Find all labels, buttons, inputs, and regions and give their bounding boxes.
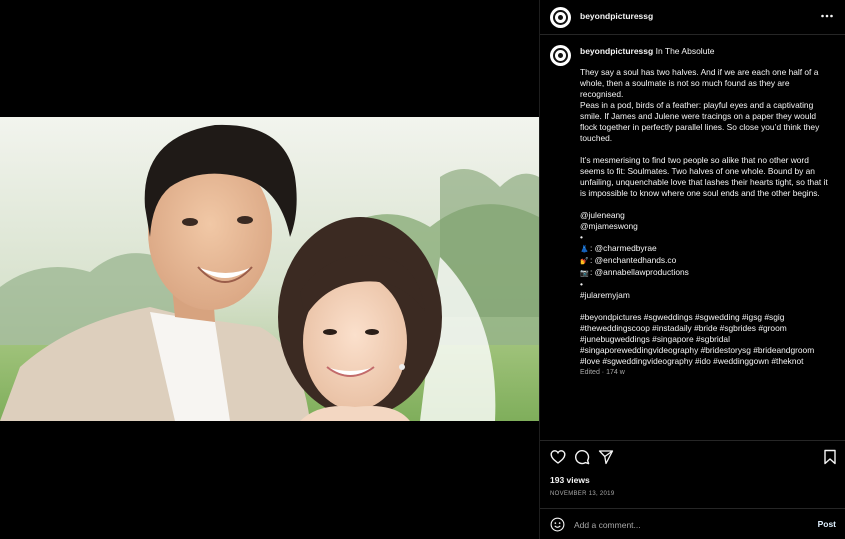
dress-icon: 👗 (580, 246, 589, 253)
header-username[interactable]: beyondpicturessg (580, 11, 653, 21)
caption-paragraph: They say a soul has two halves. And if w… (580, 67, 819, 99)
share-icon[interactable] (598, 449, 614, 465)
bullet-separator: • (580, 279, 583, 289)
profile-logo-icon (553, 10, 568, 25)
edited-timestamp: Edited · 174 w (580, 369, 625, 376)
smiley-icon[interactable] (550, 517, 565, 532)
comment-icon[interactable] (574, 449, 590, 465)
mention-link[interactable]: @mjameswong (580, 221, 834, 232)
post-comment-button[interactable]: Post (818, 519, 836, 529)
bullet-separator: • (580, 232, 583, 242)
post-actions: 193 views NOVEMBER 13, 2019 (540, 440, 845, 508)
comment-bar: Post (540, 508, 845, 539)
post-video[interactable] (0, 117, 539, 421)
video-frame (0, 117, 539, 421)
caption-location: In The Absolute (655, 46, 715, 56)
credit-line: 💅: @enchantedhands.co (580, 255, 834, 267)
nail-polish-icon: 💅 (580, 258, 589, 265)
caption-paragraph: It’s mesmerising to find two people so a… (580, 155, 828, 198)
credit-line: 📷: @annabellawproductions (580, 267, 834, 279)
post-date: NOVEMBER 13, 2019 (550, 491, 615, 497)
credit-mention[interactable]: : @annabellawproductions (590, 267, 689, 277)
hashtag-list[interactable]: #beyondpictures #sgweddings #sgwedding #… (580, 312, 834, 367)
caption-area[interactable]: beyondpicturessg In The Absolute They sa… (540, 36, 845, 440)
mention-link[interactable]: @juleneang (580, 210, 834, 221)
hashtag-link[interactable]: #jularemyjam (580, 290, 834, 301)
avatar[interactable] (550, 7, 571, 28)
credit-mention[interactable]: : @charmedbyrae (590, 243, 657, 253)
media-panel (0, 0, 539, 539)
view-count[interactable]: 193 views (550, 475, 590, 485)
post-header: beyondpicturessg (540, 0, 845, 35)
caption-avatar[interactable] (550, 45, 571, 66)
profile-logo-icon (553, 48, 568, 63)
post-details-panel: beyondpicturessg beyondpicturessg In The… (539, 0, 845, 539)
caption-paragraph: Peas in a pod, birds of a feather: playf… (580, 100, 820, 143)
caption-header: beyondpicturessg In The Absolute (580, 46, 715, 57)
caption-text: They say a soul has two halves. And if w… (580, 67, 834, 378)
heart-icon[interactable] (550, 449, 566, 465)
comment-input[interactable] (574, 517, 804, 532)
credit-line: 👗: @charmedbyrae (580, 243, 834, 255)
credit-mention[interactable]: : @enchantedhands.co (590, 255, 676, 265)
camera-icon: 📷 (580, 270, 589, 277)
bookmark-icon[interactable] (822, 449, 838, 465)
caption-username[interactable]: beyondpicturessg (580, 46, 653, 56)
more-options-icon[interactable] (820, 10, 834, 22)
